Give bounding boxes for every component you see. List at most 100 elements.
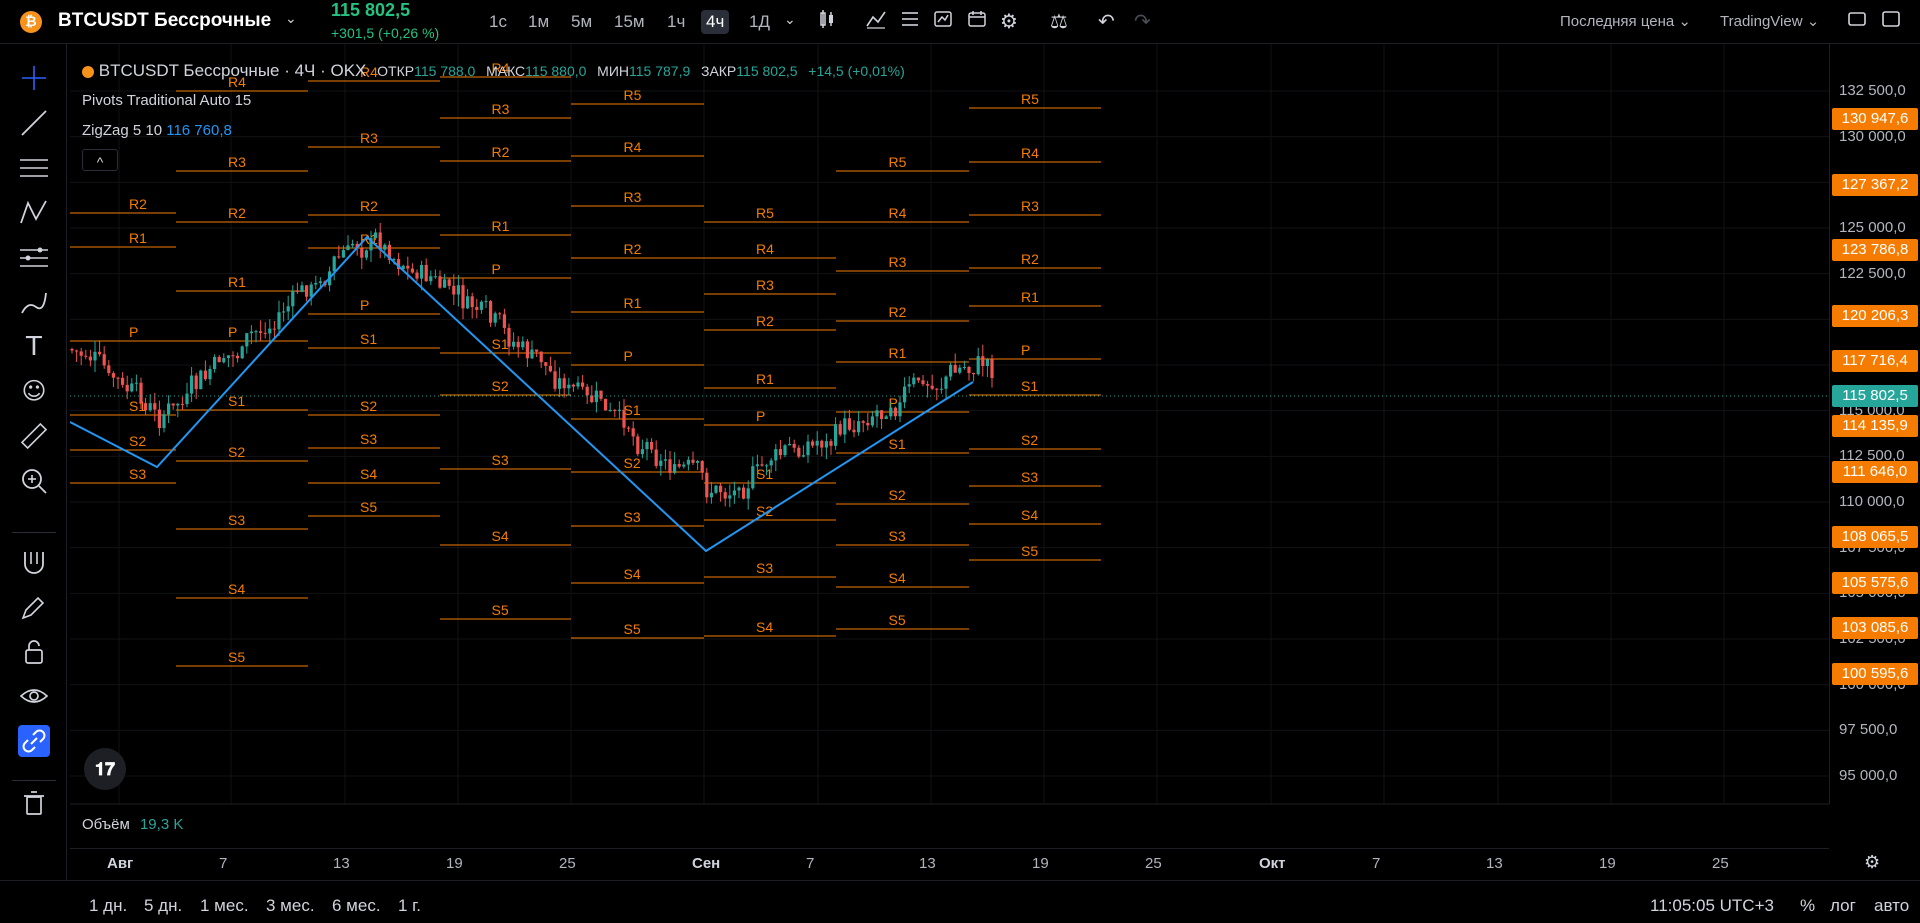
- candle-body: [70, 349, 74, 351]
- eye-icon[interactable]: [18, 680, 50, 712]
- candle-body: [254, 331, 258, 333]
- candle-body: [75, 350, 79, 352]
- symbol-legend[interactable]: BTCUSDT Бессрочные · 4Ч · OKX ОТКР115 78…: [82, 61, 905, 81]
- candle-body: [148, 403, 152, 411]
- candle-body: [332, 256, 336, 272]
- auto-toggle[interactable]: авто: [1874, 896, 1909, 916]
- candle-body: [801, 455, 805, 457]
- candle-body: [852, 429, 856, 433]
- timeframe-15m[interactable]: 15м: [609, 10, 650, 34]
- candle-body: [769, 460, 773, 466]
- range-3m[interactable]: 3 мес.: [266, 896, 315, 916]
- candle-body: [309, 284, 313, 297]
- indicators-icon[interactable]: [866, 9, 886, 34]
- range-1m[interactable]: 1 мес.: [200, 896, 249, 916]
- range-5d[interactable]: 5 дн.: [144, 896, 182, 916]
- replay-icon[interactable]: [967, 9, 987, 34]
- candle-body: [746, 488, 750, 499]
- zoom-icon[interactable]: [18, 465, 50, 497]
- pivot-label: S2: [1021, 432, 1038, 448]
- pattern-icon[interactable]: [18, 197, 50, 229]
- candle-body: [880, 410, 884, 419]
- settings-icon[interactable]: ⚙: [1864, 852, 1880, 873]
- timeframe-4h[interactable]: 4ч: [701, 10, 730, 34]
- candle-body: [737, 487, 741, 491]
- pivot-label: R2: [1021, 251, 1039, 267]
- candle-body: [834, 424, 838, 446]
- emoji-icon[interactable]: ☺: [18, 375, 50, 407]
- candle-body: [282, 311, 286, 313]
- pivot-label: P: [1021, 342, 1030, 358]
- candles-icon[interactable]: [817, 9, 837, 34]
- price-tick: 125 000,0: [1839, 219, 1906, 236]
- ruler-icon[interactable]: [18, 420, 50, 452]
- brush-icon[interactable]: [18, 287, 50, 319]
- pivot-label: R1: [624, 295, 642, 311]
- candle-body: [962, 366, 966, 368]
- range-6m[interactable]: 6 мес.: [332, 896, 381, 916]
- volume-legend[interactable]: Объём 19,3 K: [82, 816, 183, 833]
- prediction-icon[interactable]: [18, 242, 50, 274]
- zigzag-indicator-legend[interactable]: ZigZag 5 10 116 760,8: [82, 122, 232, 139]
- pivot-label: R3: [756, 277, 774, 293]
- timeframe-1m[interactable]: 1м: [523, 10, 554, 34]
- undo-icon[interactable]: ↶: [1098, 9, 1115, 33]
- legend-open-label: ОТКР: [377, 63, 415, 79]
- candle-body: [125, 384, 129, 392]
- candle-body: [567, 384, 571, 389]
- candle-body: [548, 365, 552, 372]
- tradingview-logo-icon[interactable]: 𝟏𝟕: [84, 748, 126, 790]
- price-type-select[interactable]: Последняя цена ⌄: [1560, 12, 1691, 30]
- time-tick: 7: [219, 855, 228, 872]
- pivot-label: P: [360, 297, 369, 313]
- candle-body: [194, 375, 198, 390]
- magnet-icon[interactable]: [18, 546, 50, 578]
- timeframe-5m[interactable]: 5м: [566, 10, 597, 34]
- pivots-indicator-legend[interactable]: Pivots Traditional Auto 15: [82, 92, 251, 109]
- compare-icon[interactable]: ⚖: [1050, 9, 1068, 33]
- candle-body: [571, 384, 575, 387]
- clock[interactable]: 11:05:05 UTC+3: [1650, 896, 1774, 916]
- log-toggle[interactable]: лог: [1830, 896, 1856, 916]
- timeframe-dropdown-icon[interactable]: ⌄: [784, 12, 796, 28]
- pivot-label: R5: [889, 154, 907, 170]
- lock-draw-icon[interactable]: [18, 591, 50, 623]
- pivot-label: S5: [1021, 543, 1038, 559]
- price-chart[interactable]: R2 R1 P S1 S2 S3 R4 R3 R2 R1 P S1 S2 S3 S4 S5 R4 R3 R2 R1 P S…: [70, 44, 1829, 848]
- data-source-select[interactable]: TradingView ⌄: [1720, 12, 1819, 30]
- alert-icon[interactable]: [933, 9, 953, 34]
- timeframe-1h[interactable]: 1ч: [662, 10, 690, 34]
- lock-icon[interactable]: [18, 636, 50, 668]
- candle-body: [659, 460, 663, 466]
- collapse-legend-button[interactable]: ^: [82, 149, 118, 171]
- candle-body: [231, 355, 235, 357]
- trend-line-icon[interactable]: [18, 107, 50, 139]
- fullscreen-icon[interactable]: [1847, 9, 1867, 34]
- candle-body: [337, 256, 341, 258]
- templates-icon[interactable]: [900, 9, 920, 34]
- screenshot-icon[interactable]: [1881, 9, 1901, 34]
- symbol-name[interactable]: BTCUSDT Бессрочные: [58, 10, 271, 32]
- candle-body: [673, 464, 677, 473]
- range-1d[interactable]: 1 дн.: [89, 896, 127, 916]
- range-1y[interactable]: 1 г.: [398, 896, 421, 916]
- redo-icon[interactable]: ↷: [1134, 9, 1151, 33]
- candle-body: [79, 351, 83, 356]
- timeframe-1s[interactable]: 1с: [484, 10, 512, 34]
- candle-body: [415, 272, 419, 279]
- gear-icon[interactable]: ⚙: [1000, 9, 1018, 33]
- pivot-label: P: [492, 261, 501, 277]
- pivot-label: R4: [889, 205, 907, 221]
- candle-body: [203, 370, 207, 380]
- candle-body: [516, 341, 520, 348]
- chevron-down-icon[interactable]: ⌄: [285, 10, 297, 27]
- link-icon[interactable]: [18, 725, 50, 757]
- candle-body: [295, 290, 299, 292]
- fib-icon[interactable]: [18, 152, 50, 184]
- trash-icon[interactable]: [18, 787, 50, 819]
- crosshair-icon[interactable]: [18, 62, 50, 94]
- text-icon[interactable]: T: [18, 331, 50, 363]
- time-tick: 19: [446, 855, 463, 872]
- timeframe-1d[interactable]: 1Д: [744, 10, 775, 34]
- percent-toggle[interactable]: %: [1800, 896, 1815, 916]
